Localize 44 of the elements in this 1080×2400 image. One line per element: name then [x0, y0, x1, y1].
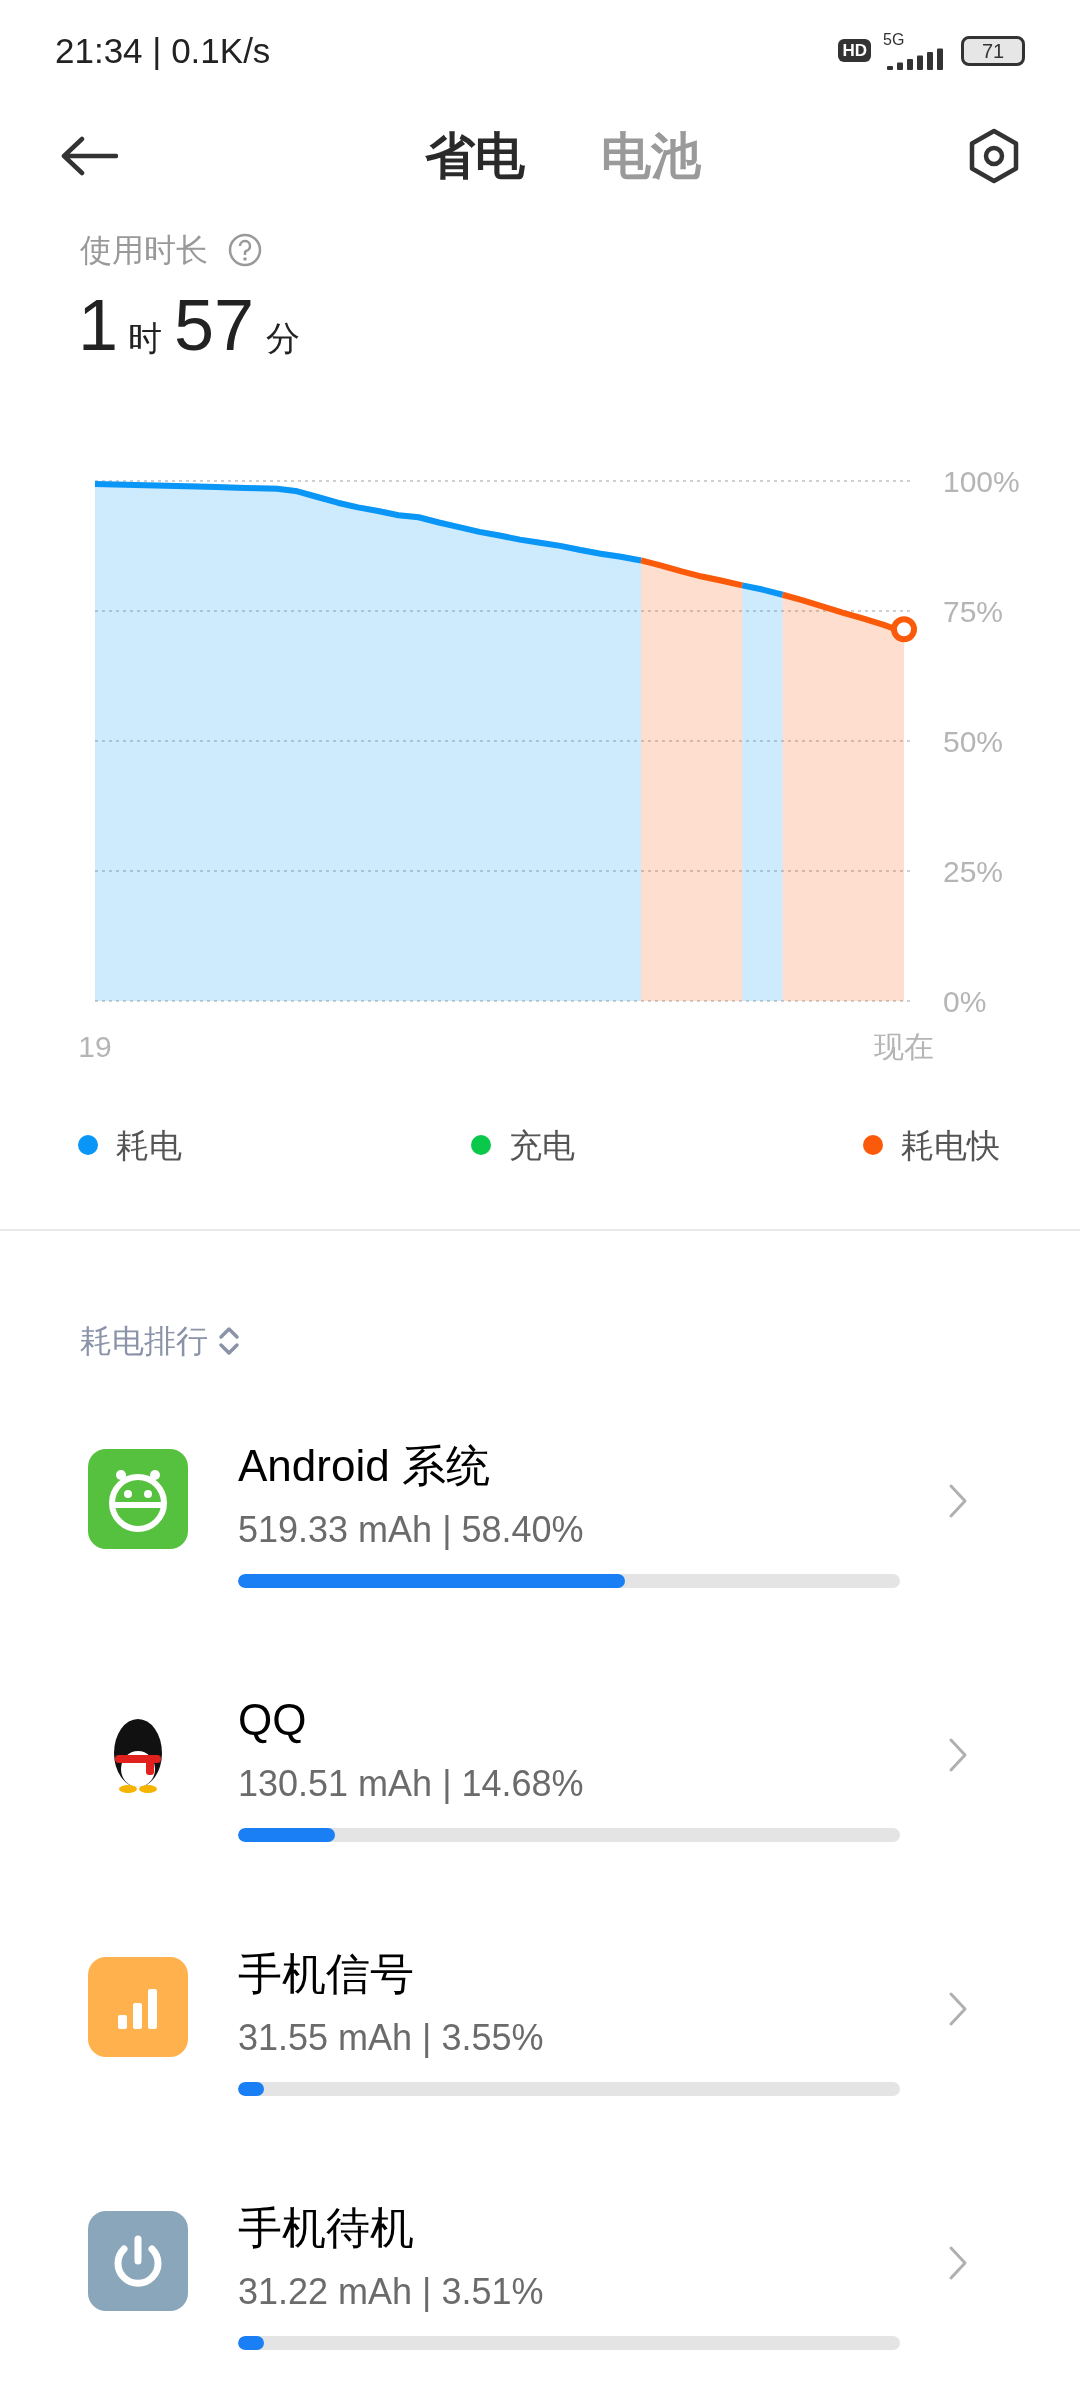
usage-detail: 519.33 mAh | 58.40% — [238, 1508, 585, 1552]
minutes-value: 57 — [174, 289, 255, 362]
back-arrow-icon[interactable] — [60, 136, 118, 177]
status-time: 21:34 | 0.1K/s — [55, 29, 271, 72]
app-name: QQ — [238, 1694, 308, 1746]
usage-label: 使用时长 — [80, 231, 208, 271]
hours-unit: 时 — [128, 318, 163, 360]
app-usage-row[interactable]: Android 系统 519.33 mAh | 58.40% — [0, 1384, 1080, 1638]
app-name: 手机信号 — [238, 1948, 415, 2000]
hd-badge: HD — [838, 39, 871, 63]
android-app-icon — [88, 1449, 188, 1549]
y-axis-label: 75% — [943, 595, 1004, 629]
minutes-unit: 分 — [266, 318, 301, 360]
power-app-icon — [88, 2211, 188, 2311]
tab[interactable]: 省电 — [425, 118, 525, 194]
legend-label: 耗电 — [116, 1125, 182, 1166]
app-name: Android 系统 — [238, 1440, 491, 1492]
legend-label: 耗电快 — [901, 1125, 1000, 1166]
chevron-right-icon — [948, 1483, 968, 1519]
app-usage-row[interactable]: 手机信号 31.55 mAh | 3.55% — [0, 1892, 1080, 2146]
y-axis-label: 100% — [943, 465, 1020, 499]
end-point-marker — [891, 616, 917, 643]
usage-detail: 31.55 mAh | 3.55% — [238, 2016, 545, 2060]
usage-detail: 130.51 mAh | 14.68% — [238, 1762, 585, 1806]
legend-label: 充电 — [508, 1125, 575, 1166]
x-axis-label: 现在 — [874, 1030, 934, 1062]
y-axis-label: 50% — [943, 725, 1004, 759]
app-usage-row[interactable]: QQ 130.51 mAh | 14.68% — [0, 1638, 1080, 1892]
chevron-right-icon — [948, 2245, 968, 2281]
network-label: 5G — [883, 31, 905, 48]
help-icon[interactable] — [228, 233, 262, 268]
x-axis-label: 19 — [78, 1030, 112, 1062]
hours-value: 1 — [78, 289, 119, 362]
chevron-right-icon — [948, 1991, 968, 2027]
app-usage-row[interactable]: 手机待机 31.22 mAh | 3.51% — [0, 2146, 1080, 2400]
settings-icon[interactable] — [968, 128, 1020, 185]
battery-indicator: 71 — [961, 35, 1025, 66]
signal-app-icon — [88, 1957, 188, 2057]
sort-icon — [218, 1325, 240, 1358]
y-axis-label: 25% — [943, 855, 1004, 889]
chevron-right-icon — [948, 1737, 968, 1773]
usage-detail: 31.22 mAh | 3.51% — [238, 2270, 545, 2314]
app-name: 手机待机 — [238, 2202, 415, 2254]
y-axis-label: 0% — [943, 985, 987, 1019]
